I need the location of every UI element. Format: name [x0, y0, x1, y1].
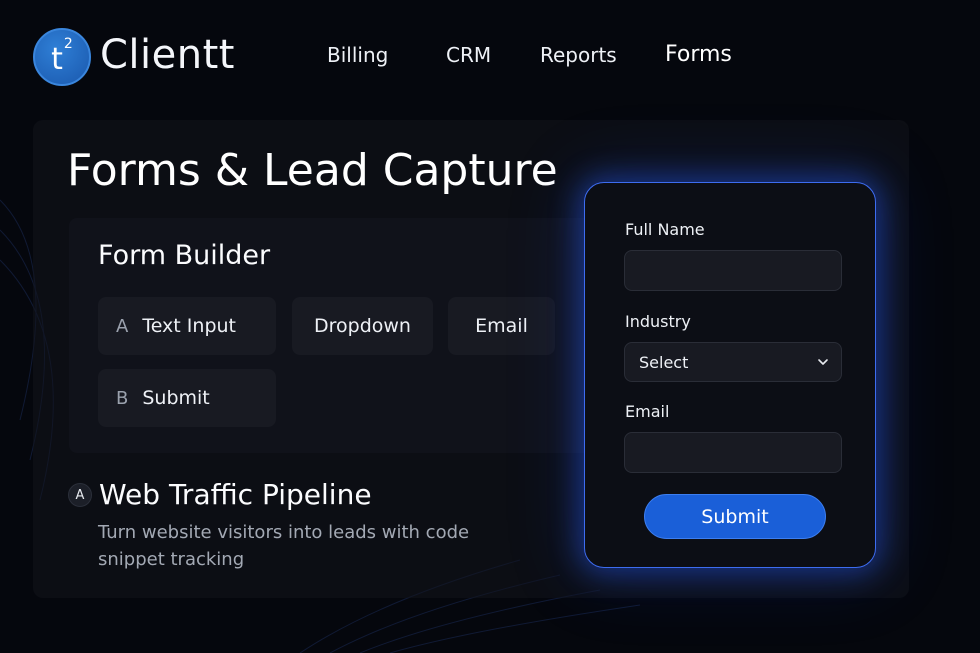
- form-builder-title: Form Builder: [98, 240, 271, 271]
- industry-select[interactable]: Select: [624, 342, 842, 382]
- nav-item-crm[interactable]: CRM: [446, 43, 491, 67]
- submit-button[interactable]: Submit: [644, 494, 826, 539]
- chip-label: Email: [475, 315, 528, 337]
- logo-superscript: 2: [63, 36, 73, 52]
- shortcut-key: A: [116, 315, 129, 337]
- pipeline-shortcut-badge: A: [68, 483, 92, 507]
- email-label: Email: [625, 402, 670, 421]
- email-input[interactable]: [624, 432, 842, 473]
- chip-label: Dropdown: [314, 315, 411, 337]
- full-name-label: Full Name: [625, 220, 705, 239]
- chevron-down-icon: [818, 359, 828, 365]
- chip-label: Text Input: [142, 315, 236, 337]
- field-chip-email[interactable]: Email: [448, 297, 555, 355]
- brand-name: Clientt: [100, 32, 235, 78]
- nav-item-billing[interactable]: Billing: [327, 43, 388, 67]
- logo-mark: t: [51, 41, 63, 77]
- industry-label: Industry: [625, 312, 691, 331]
- industry-selected-value: Select: [639, 352, 689, 372]
- field-chip-dropdown[interactable]: Dropdown: [292, 297, 433, 355]
- chip-label: Submit: [142, 387, 210, 409]
- shortcut-key: B: [116, 387, 129, 409]
- nav-item-forms[interactable]: Forms: [665, 42, 732, 67]
- pipeline-description: Turn website visitors into leads with co…: [98, 522, 470, 570]
- logo-badge[interactable]: t2: [33, 28, 91, 86]
- full-name-input[interactable]: [624, 250, 842, 291]
- pipeline-title[interactable]: Web Traffic Pipeline: [99, 478, 372, 511]
- nav-item-reports[interactable]: Reports: [540, 43, 617, 67]
- field-chip-submit[interactable]: B Submit: [98, 369, 276, 427]
- field-chip-text-input[interactable]: A Text Input: [98, 297, 276, 355]
- page-title: Forms & Lead Capture: [67, 145, 558, 196]
